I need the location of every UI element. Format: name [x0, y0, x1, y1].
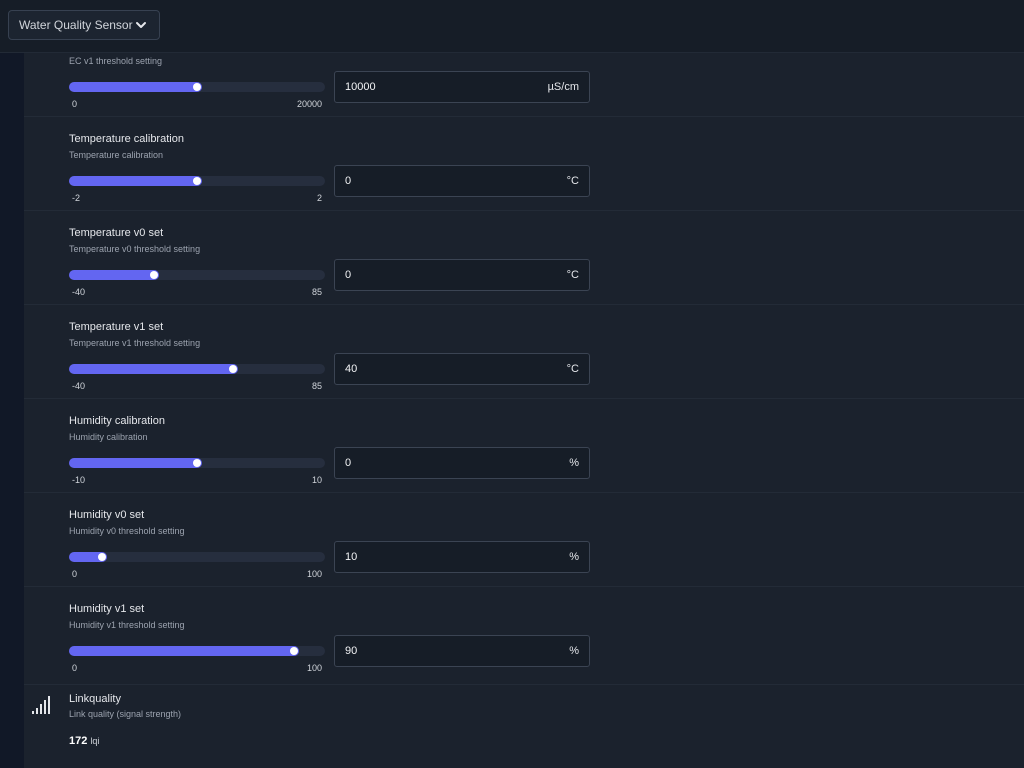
input-value: 90: [345, 645, 358, 657]
setting-number-input[interactable]: 0 °C: [334, 259, 590, 291]
setting-title: Temperature calibration: [69, 133, 184, 145]
setting-slider[interactable]: [69, 176, 325, 186]
setting-description: Temperature calibration: [69, 150, 164, 160]
setting-row-humidity-v1: Humidity v1 set Humidity v1 threshold se…: [24, 586, 1024, 680]
setting-slider[interactable]: [69, 458, 325, 468]
slider-thumb[interactable]: [228, 365, 237, 373]
slider-max-label: 10: [311, 475, 322, 485]
settings-panel: EC v1 threshold setting 0 20000 10000 µS…: [24, 52, 1024, 768]
setting-number-input[interactable]: 10 %: [334, 541, 590, 573]
setting-row-temperature-calibration: Temperature calibration Temperature cali…: [24, 116, 1024, 210]
setting-number-input[interactable]: 90 %: [334, 635, 590, 667]
input-value: 40: [345, 363, 358, 375]
top-bar: Water Quality Sensor: [0, 0, 1024, 53]
slider-fill: [69, 176, 203, 186]
slider-min-label: 0: [72, 663, 78, 673]
input-unit: µS/cm: [547, 81, 579, 93]
slider-min-label: -40: [72, 381, 86, 391]
slider-min-label: -2: [72, 193, 81, 203]
setting-number-input[interactable]: 40 °C: [334, 353, 590, 385]
setting-slider[interactable]: [69, 270, 325, 280]
linkquality-description: Link quality (signal strength): [69, 709, 182, 719]
device-select-value: Water Quality Sensor: [19, 18, 133, 32]
input-unit: %: [569, 457, 579, 469]
input-unit: °C: [566, 363, 579, 375]
input-value: 0: [345, 269, 352, 281]
setting-description: Temperature v0 threshold setting: [69, 244, 201, 254]
linkquality-title: Linkquality: [69, 693, 121, 705]
linkquality-row: Linkquality Link quality (signal strengt…: [24, 684, 1024, 768]
setting-title: Temperature v1 set: [69, 321, 164, 333]
slider-max-label: 100: [306, 569, 322, 579]
slider-fill: [69, 270, 159, 280]
input-value: 10000: [345, 81, 376, 93]
slider-max-label: 20000: [296, 99, 322, 109]
slider-max-label: 85: [311, 287, 322, 297]
setting-row-temperature-v0: Temperature v0 set Temperature v0 thresh…: [24, 210, 1024, 304]
setting-title: Temperature v0 set: [69, 227, 164, 239]
setting-slider[interactable]: [69, 82, 325, 92]
input-value: 0: [345, 175, 352, 187]
slider-thumb[interactable]: [149, 271, 158, 279]
setting-row-temperature-v1: Temperature v1 set Temperature v1 thresh…: [24, 304, 1024, 398]
slider-min-label: -10: [72, 475, 86, 485]
slider-max-label: 100: [306, 663, 322, 673]
setting-description: Humidity v1 threshold setting: [69, 620, 185, 630]
setting-row-ec-v1: EC v1 threshold setting 0 20000 10000 µS…: [24, 52, 1024, 116]
slider-fill: [69, 646, 300, 656]
slider-fill: [69, 82, 203, 92]
input-value: 0: [345, 457, 352, 469]
input-unit: %: [569, 645, 579, 657]
setting-slider[interactable]: [69, 364, 325, 374]
slider-max-label: 85: [311, 381, 322, 391]
slider-min-label: -40: [72, 287, 86, 297]
signal-bars-icon: [32, 696, 50, 714]
chevron-down-icon: [136, 22, 146, 28]
setting-title: Humidity v1 set: [69, 603, 145, 615]
linkquality-number: 172: [69, 735, 88, 747]
setting-title: Humidity v0 set: [69, 509, 145, 521]
input-value: 10: [345, 551, 358, 563]
slider-min-label: 0: [72, 99, 78, 109]
setting-description: EC v1 threshold setting: [69, 56, 163, 66]
input-unit: %: [569, 551, 579, 563]
slider-max-label: 2: [316, 193, 322, 203]
setting-number-input[interactable]: 0 °C: [334, 165, 590, 197]
setting-description: Humidity calibration: [69, 432, 148, 442]
linkquality-value: 172 lqi: [69, 735, 99, 747]
slider-min-label: 0: [72, 569, 78, 579]
slider-fill: [69, 364, 238, 374]
setting-number-input[interactable]: 0 %: [334, 447, 590, 479]
slider-fill: [69, 458, 203, 468]
setting-row-humidity-v0: Humidity v0 set Humidity v0 threshold se…: [24, 492, 1024, 586]
setting-description: Humidity v0 threshold setting: [69, 526, 185, 536]
setting-row-humidity-calibration: Humidity calibration Humidity calibratio…: [24, 398, 1024, 492]
input-unit: °C: [566, 269, 579, 281]
setting-number-input[interactable]: 10000 µS/cm: [334, 71, 590, 103]
linkquality-unit: lqi: [90, 736, 100, 746]
device-select[interactable]: Water Quality Sensor: [8, 10, 160, 40]
setting-description: Temperature v1 threshold setting: [69, 338, 201, 348]
setting-slider[interactable]: [69, 552, 325, 562]
setting-title: Humidity calibration: [69, 415, 165, 427]
input-unit: °C: [566, 175, 579, 187]
setting-slider[interactable]: [69, 646, 325, 656]
